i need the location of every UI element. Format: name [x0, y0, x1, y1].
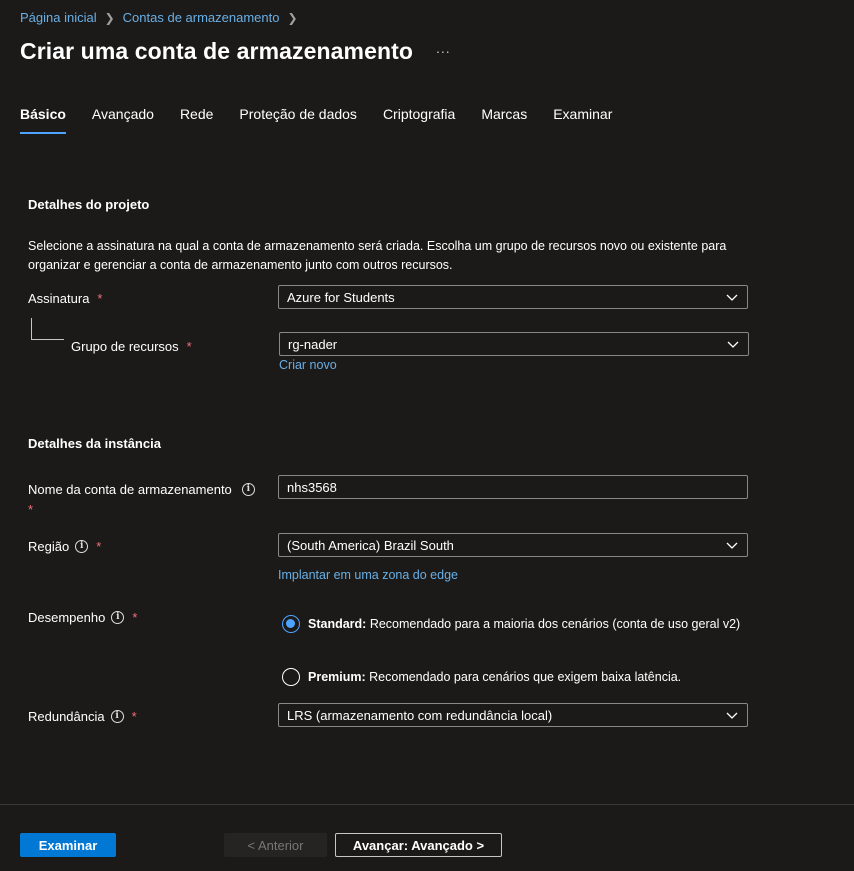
performance-option-text: Premium: Recomendado para cenários que e…	[308, 667, 681, 687]
performance-option-desc: Recomendado para cenários que exigem bai…	[369, 670, 682, 684]
tab-basico[interactable]: Básico	[20, 106, 66, 134]
required-mark: *	[28, 502, 34, 517]
required-mark: *	[131, 709, 137, 724]
required-mark: *	[186, 339, 192, 354]
footer-divider	[0, 804, 854, 805]
tab-rede[interactable]: Rede	[180, 106, 213, 130]
required-mark: *	[132, 610, 138, 625]
info-icon[interactable]: i	[110, 710, 124, 723]
tab-marcas[interactable]: Marcas	[481, 106, 527, 130]
subscription-label: Assinatura *	[28, 291, 102, 306]
performance-option-name: Standard:	[308, 617, 367, 631]
chevron-right-icon: ❯	[287, 10, 298, 25]
breadcrumb-storage-accounts-link[interactable]: Contas de armazenamento	[123, 10, 280, 25]
chevron-down-icon	[727, 341, 739, 348]
breadcrumb-home-link[interactable]: Página inicial	[20, 10, 97, 25]
redundancy-select[interactable]: LRS (armazenamento com redundância local…	[278, 703, 748, 727]
project-details-description: Selecione a assinatura na qual a conta d…	[28, 239, 727, 272]
next-advanced-button[interactable]: Avançar: Avançado >	[335, 833, 502, 857]
performance-option-premium[interactable]: Premium: Recomendado para cenários que e…	[282, 667, 742, 687]
performance-option-standard[interactable]: Standard: Recomendado para a maioria dos…	[282, 614, 742, 634]
redundancy-value: LRS (armazenamento com redundância local…	[287, 707, 553, 723]
tab-examinar[interactable]: Examinar	[553, 106, 612, 130]
breadcrumb: Página inicial ❯ Contas de armazenamento…	[20, 10, 298, 25]
resource-group-select[interactable]: rg-nader	[279, 332, 749, 356]
redundancy-label: Redundância i *	[28, 709, 137, 724]
create-new-link[interactable]: Criar novo	[279, 358, 337, 372]
subscription-label-text: Assinatura	[28, 291, 90, 306]
info-icon[interactable]: i	[75, 540, 89, 553]
page-title: Criar uma conta de armazenamento	[20, 38, 414, 64]
subscription-value: Azure for Students	[287, 289, 395, 305]
chevron-down-icon	[726, 542, 738, 549]
performance-label: Desempenho i *	[28, 610, 137, 625]
tree-connector	[31, 318, 64, 340]
project-details-heading: Detalhes do projeto	[28, 197, 150, 212]
resource-group-label-text: Grupo de recursos	[71, 339, 179, 354]
region-value: (South America) Brazil South	[287, 537, 454, 553]
region-select[interactable]: (South America) Brazil South	[278, 533, 748, 557]
tab-protecao-de-dados[interactable]: Proteção de dados	[239, 106, 357, 130]
region-label: Região i *	[28, 539, 101, 554]
required-mark: *	[96, 539, 102, 554]
region-label-text: Região	[28, 539, 70, 554]
storage-account-name-label: Nome da conta de armazenamento i	[28, 482, 255, 497]
chevron-down-icon	[726, 294, 738, 301]
info-icon[interactable]: i	[241, 483, 255, 496]
tab-bar: Básico Avançado Rede Proteção de dados C…	[20, 106, 638, 134]
storage-account-name-value: nhs3568	[287, 479, 337, 495]
subscription-select[interactable]: Azure for Students	[278, 285, 748, 309]
radio-unselected-icon[interactable]	[282, 668, 300, 686]
review-button[interactable]: Examinar	[20, 833, 116, 857]
tab-avancado[interactable]: Avançado	[92, 106, 154, 130]
redundancy-label-text: Redundância	[28, 709, 105, 724]
info-icon[interactable]: i	[111, 611, 125, 624]
chevron-right-icon: ❯	[104, 10, 115, 25]
resource-group-label: Grupo de recursos *	[71, 339, 192, 354]
performance-label-text: Desempenho	[28, 610, 106, 625]
ellipsis-icon[interactable]: ...	[436, 40, 451, 56]
tab-criptografia[interactable]: Criptografia	[383, 106, 455, 130]
performance-option-text: Standard: Recomendado para a maioria dos…	[308, 614, 740, 634]
storage-account-name-input[interactable]: nhs3568	[278, 475, 748, 499]
storage-account-name-label-text: Nome da conta de armazenamento	[28, 482, 232, 497]
previous-button[interactable]: < Anterior	[224, 833, 327, 857]
deploy-edge-zone-link[interactable]: Implantar em uma zona do edge	[278, 568, 458, 582]
required-mark: *	[97, 291, 103, 306]
resource-group-value: rg-nader	[288, 336, 338, 352]
chevron-down-icon	[726, 712, 738, 719]
instance-details-heading: Detalhes da instância	[28, 436, 161, 451]
performance-option-desc: Recomendado para a maioria dos cenários …	[369, 617, 741, 631]
performance-option-name: Premium:	[308, 670, 366, 684]
radio-selected-icon[interactable]	[282, 615, 300, 633]
